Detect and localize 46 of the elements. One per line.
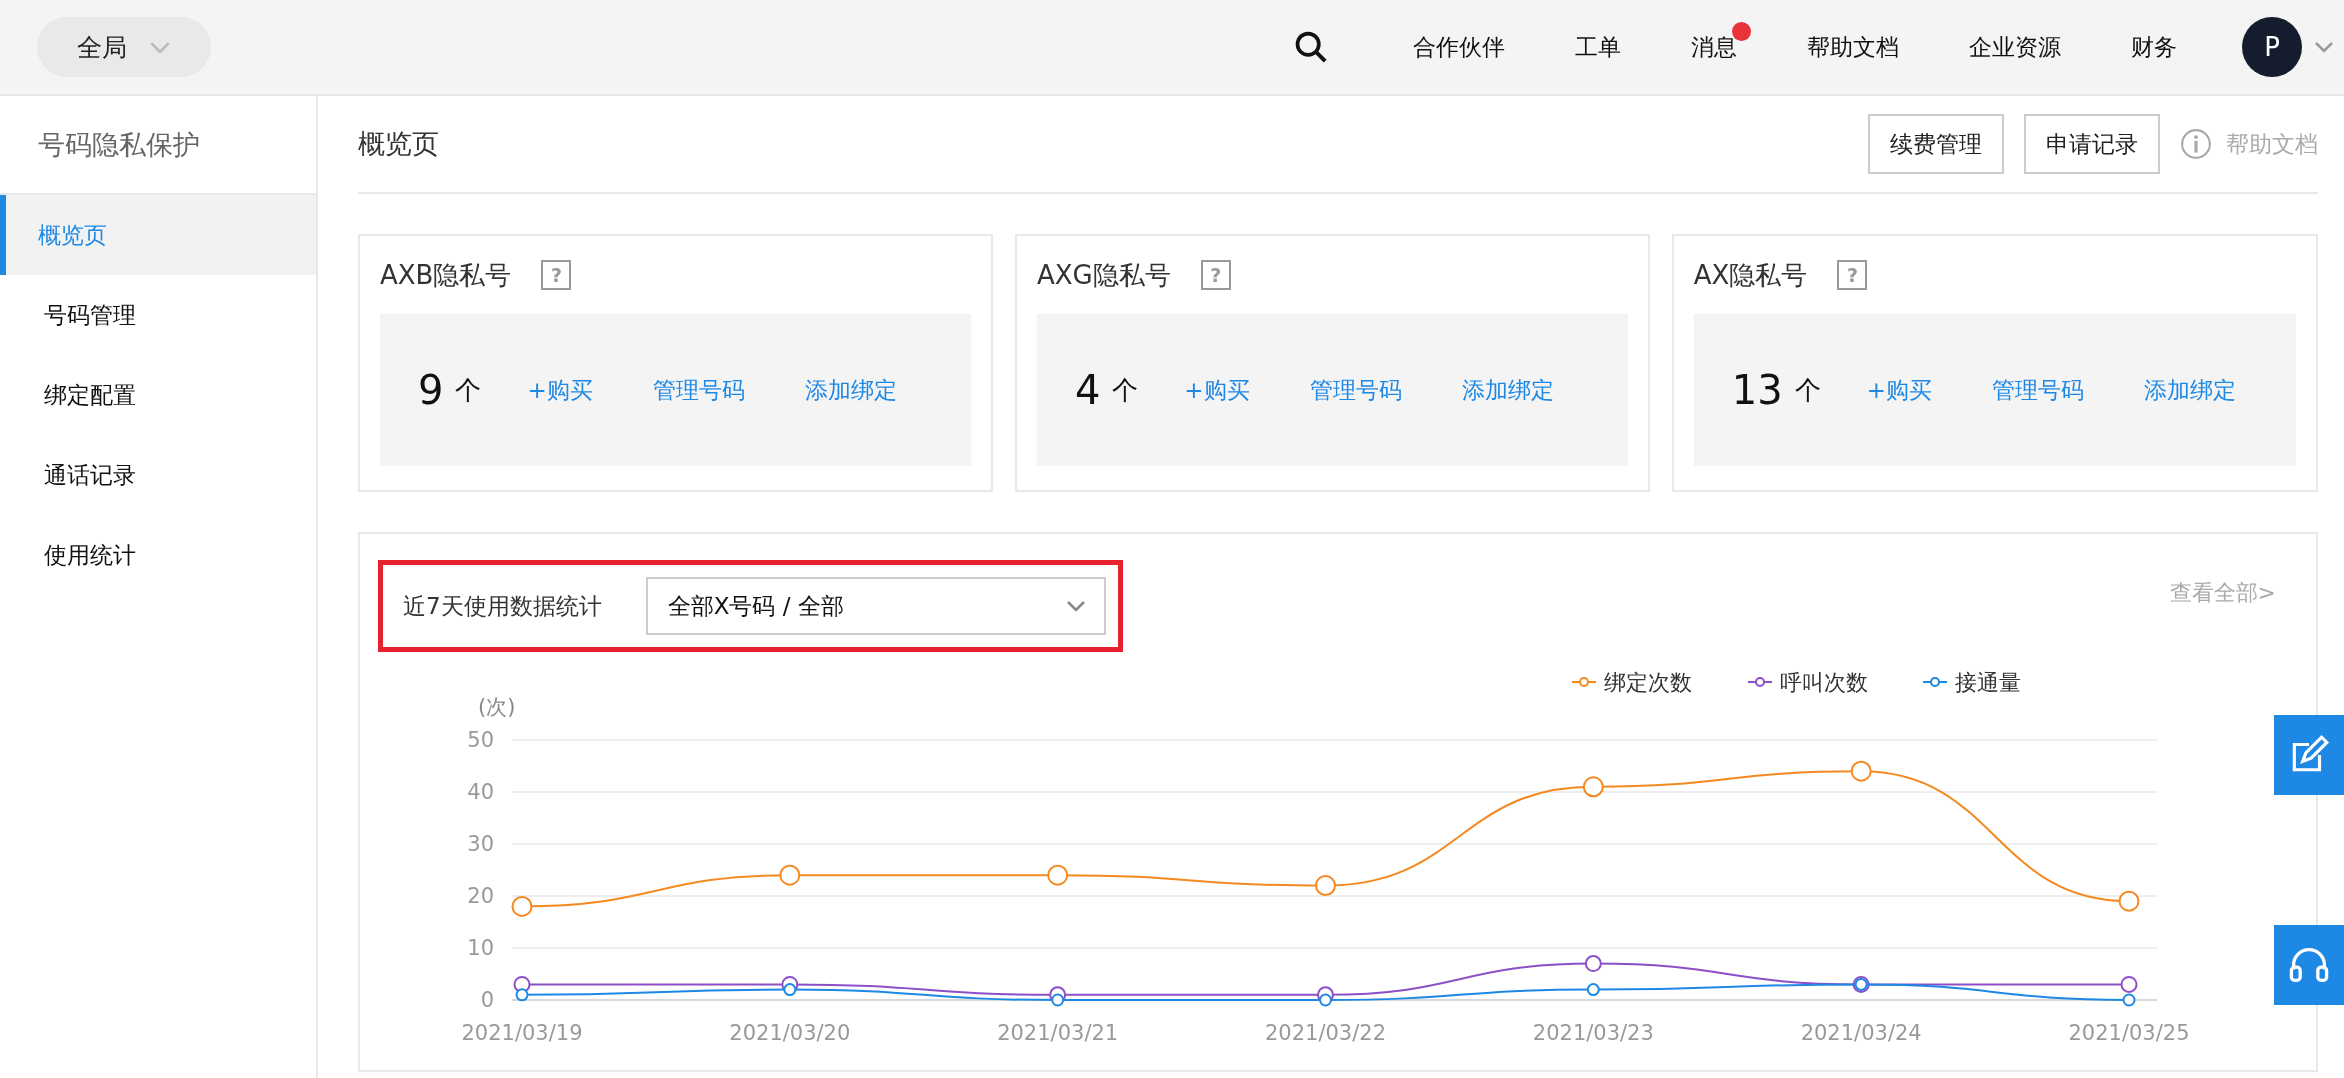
legend-item[interactable]: 呼叫次数 [1747, 670, 1868, 695]
card-title: AXB隐私号 [380, 258, 512, 292]
count-unit: 个 [455, 373, 482, 407]
axis-unit-label: (次) [478, 695, 516, 719]
stats-label: 近7天使用数据统计 [403, 591, 602, 621]
legend-item[interactable]: 接通量 [1922, 670, 2021, 695]
sidebar-item[interactable]: 通话记录 [0, 435, 316, 515]
y-tick-label: 30 [467, 832, 494, 856]
sidebar-item[interactable]: 绑定配置 [0, 355, 316, 435]
avatar[interactable]: P [2242, 17, 2302, 77]
outline-button[interactable]: 申请记录 [2024, 114, 2160, 174]
outline-button[interactable]: 续费管理 [1868, 114, 2004, 174]
sidebar-item[interactable]: 号码管理 [0, 275, 316, 355]
y-tick-label: 20 [467, 884, 494, 908]
legend-label: 接通量 [1955, 670, 2021, 695]
card-title: AX隐私号 [1693, 258, 1808, 292]
x-tick-label: 2021/03/22 [1265, 1021, 1386, 1045]
card-title: AXG隐私号 [1036, 258, 1171, 292]
count-unit: 个 [1112, 373, 1139, 407]
count-value: 4 [1074, 367, 1101, 413]
y-tick-label: 10 [467, 936, 494, 960]
x-tick-label: 2021/03/23 [1532, 1021, 1654, 1045]
x-tick-label: 2021/03/20 [729, 1021, 851, 1045]
count-value: 13 [1731, 367, 1783, 413]
x-tick-label: 2021/03/24 [1800, 1021, 1922, 1045]
x-tick-label: 2021/03/19 [461, 1021, 583, 1045]
legend-label: 呼叫次数 [1780, 670, 1868, 695]
nav-link[interactable]: 工单 [1575, 31, 1621, 63]
y-tick-label: 40 [467, 780, 494, 804]
nav-link[interactable]: 企业资源 [1969, 31, 2061, 63]
nav-link[interactable]: 财务 [2131, 31, 2177, 63]
count-unit: 个 [1794, 373, 1821, 407]
nav-link[interactable]: 消息 [1691, 31, 1737, 63]
page-title: 概览页 [358, 127, 439, 161]
sidebar-item[interactable]: 使用统计 [0, 515, 316, 595]
number-select[interactable]: 全部X号码 / 全部 [645, 577, 1106, 635]
legend-label: 绑定次数 [1604, 670, 1692, 695]
count-value: 9 [418, 367, 444, 413]
y-tick-label: 50 [467, 728, 494, 752]
x-tick-label: 2021/03/25 [2068, 1021, 2190, 1045]
nav-link[interactable]: 帮助文档 [1807, 31, 1899, 63]
scope-dropdown[interactable]: 全局 [37, 17, 211, 77]
y-tick-label: 0 [480, 988, 494, 1012]
x-tick-label: 2021/03/21 [997, 1021, 1119, 1045]
nav-link[interactable]: 合作伙伴 [1413, 31, 1505, 63]
legend-item[interactable]: 绑定次数 [1571, 670, 1692, 695]
